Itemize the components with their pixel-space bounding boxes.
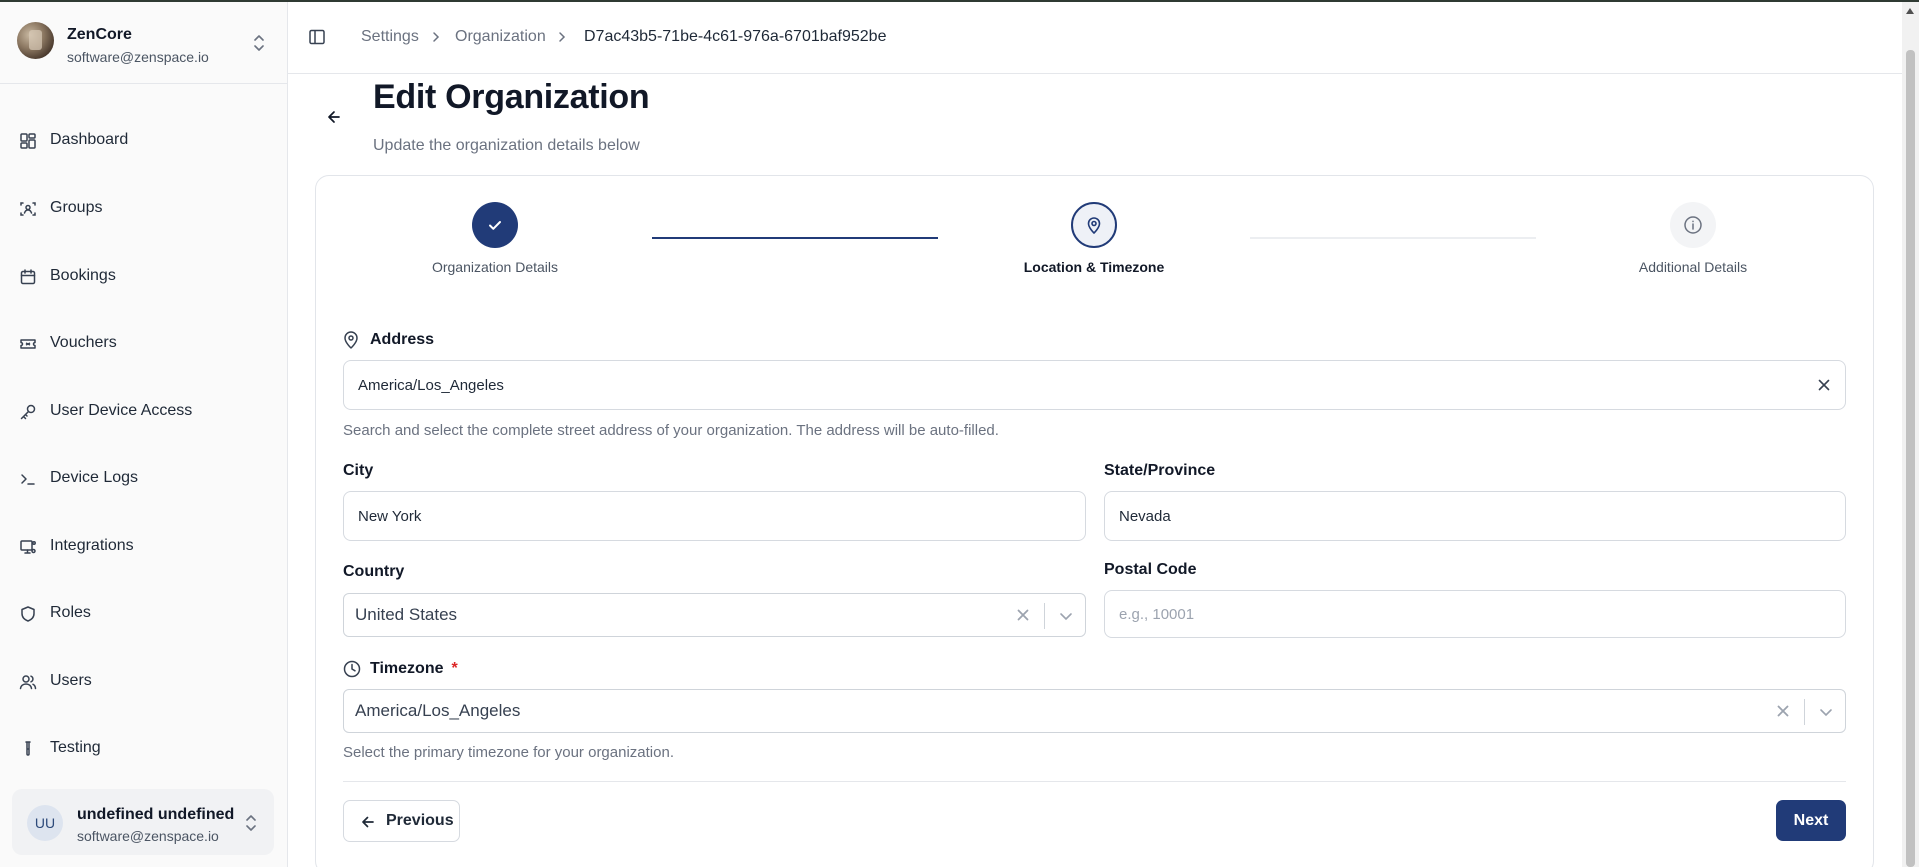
country-select[interactable]: United States <box>343 593 1086 637</box>
sidebar-item-users[interactable]: Users <box>8 661 278 701</box>
timezone-label-text: Timezone <box>370 660 444 677</box>
timezone-label: Timezone * <box>370 660 458 678</box>
arrow-left-icon <box>362 816 374 828</box>
timezone-select[interactable]: America/Los_Angeles <box>343 689 1846 733</box>
page-subtitle: Update the organization details below <box>373 137 640 154</box>
step-1-completed[interactable] <box>472 202 518 248</box>
sidebar-item-bookings[interactable]: Bookings <box>8 256 278 296</box>
key-icon <box>20 404 36 420</box>
city-label: City <box>343 462 374 479</box>
chevron-right-icon <box>433 32 440 42</box>
state-label: State/Province <box>1104 462 1216 479</box>
step-1-label: Organization Details <box>431 259 559 275</box>
chevrons-up-down-icon <box>254 35 264 51</box>
breadcrumb-settings[interactable]: Settings <box>361 28 419 46</box>
select-divider <box>1804 699 1805 725</box>
sidebar-item-user-device-access[interactable]: User Device Access <box>8 391 278 431</box>
terminal-icon <box>21 474 35 485</box>
user-menu[interactable]: UU undefined undefined software@zenspace… <box>12 789 274 855</box>
step-3-pending[interactable] <box>1670 202 1716 248</box>
form-footer-divider <box>343 781 1846 782</box>
sidebar-item-device-logs[interactable]: Device Logs <box>8 458 278 498</box>
scrollbar-thumb[interactable] <box>1906 50 1915 867</box>
address-label: Address <box>370 331 435 348</box>
clear-timezone-icon[interactable] <box>1775 703 1791 719</box>
sidebar-item-label: User Device Access <box>50 402 193 419</box>
sidebar-item-label: Users <box>50 672 92 689</box>
sidebar-item-dashboard[interactable]: Dashboard <box>8 120 278 160</box>
country-label: Country <box>343 563 405 580</box>
dashboard-icon <box>20 133 36 149</box>
sidebar-item-integrations[interactable]: Integrations <box>8 526 278 566</box>
step-connector-2 <box>1250 237 1536 239</box>
breadcrumb-current-id: D7ac43b5-71be-4c61-976a-6701baf952be <box>584 28 887 45</box>
clock-icon <box>343 660 361 678</box>
calendar-icon <box>20 269 36 285</box>
breadcrumb-organization[interactable]: Organization <box>455 28 546 46</box>
country-selected-value: United States <box>355 605 458 624</box>
user-avatar: UU <box>27 805 63 841</box>
chevron-right-icon <box>559 32 566 42</box>
select-divider <box>1044 603 1045 629</box>
clear-country-icon[interactable] <box>1015 607 1031 623</box>
org-avatar <box>17 22 54 59</box>
ticket-icon <box>20 339 36 349</box>
sidebar-item-label: Testing <box>50 739 101 756</box>
sidebar-item-roles[interactable]: Roles <box>8 593 278 633</box>
org-name: ZenCore <box>67 26 132 43</box>
previous-button[interactable]: Previous <box>343 800 460 842</box>
groups-icon <box>20 202 36 216</box>
sidebar-item-groups[interactable]: Groups <box>8 188 278 228</box>
chevron-down-icon[interactable] <box>1817 703 1835 721</box>
sidebar-toggle-icon[interactable] <box>308 28 326 46</box>
users-icon <box>19 675 37 690</box>
top-header: Settings Organization D7ac43b5-71be-4c61… <box>288 2 1902 74</box>
map-pin-icon <box>344 331 358 349</box>
sidebar-item-label: Groups <box>50 199 103 216</box>
timezone-selected-value: America/Los_Angeles <box>355 701 521 720</box>
address-helper-text: Search and select the complete street ad… <box>343 422 999 439</box>
step-connector-1 <box>652 237 938 239</box>
sidebar-item-label: Vouchers <box>50 334 117 351</box>
check-icon <box>489 221 501 230</box>
org-email: software@zenspace.io <box>67 49 209 65</box>
info-icon <box>1684 216 1702 234</box>
required-asterisk: * <box>451 660 458 677</box>
chevron-down-icon[interactable] <box>1057 607 1075 625</box>
postal-code-label: Postal Code <box>1104 561 1197 578</box>
user-name: undefined undefined <box>77 806 235 823</box>
state-input[interactable] <box>1104 491 1846 541</box>
org-switcher[interactable]: ZenCore software@zenspace.io <box>0 2 287 84</box>
city-input[interactable] <box>343 491 1086 541</box>
back-arrow-icon[interactable] <box>324 107 344 127</box>
sidebar-item-label: Bookings <box>50 267 116 284</box>
chevrons-up-down-icon <box>246 815 256 831</box>
sidebar-item-label: Roles <box>50 604 91 621</box>
sidebar-item-label: Integrations <box>50 537 134 554</box>
page-title: Edit Organization <box>373 78 650 116</box>
page-scrollbar[interactable] <box>1902 2 1919 867</box>
step-3-label: Additional Details <box>1638 259 1748 275</box>
integrations-icon <box>20 540 36 554</box>
postal-code-input[interactable] <box>1104 590 1846 638</box>
previous-button-label: Previous <box>386 812 454 829</box>
clear-address-icon[interactable] <box>1816 377 1832 393</box>
sidebar: ZenCore software@zenspace.io Dashboard G… <box>0 2 288 867</box>
sidebar-item-label: Dashboard <box>50 131 129 148</box>
sidebar-item-vouchers[interactable]: Vouchers <box>8 323 278 363</box>
shield-icon <box>21 606 35 622</box>
step-2-active[interactable] <box>1071 202 1117 248</box>
sidebar-item-testing[interactable]: Testing <box>8 728 278 768</box>
scroll-up-arrow-icon[interactable] <box>1906 8 1914 14</box>
step-2-label: Location & Timezone <box>1023 259 1165 275</box>
map-pin-icon <box>1087 217 1101 234</box>
sidebar-item-label: Device Logs <box>50 469 139 486</box>
timezone-helper-text: Select the primary timezone for your org… <box>343 744 674 761</box>
address-input[interactable] <box>343 360 1846 410</box>
next-button[interactable]: Next <box>1776 800 1846 841</box>
user-email: software@zenspace.io <box>77 828 219 844</box>
test-tube-icon <box>25 741 31 756</box>
